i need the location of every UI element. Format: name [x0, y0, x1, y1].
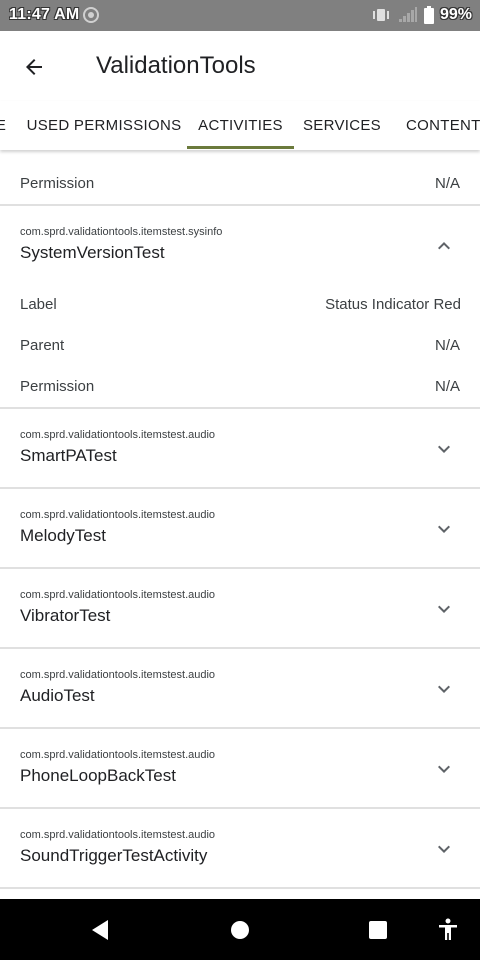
activity-list[interactable]: Permission N/A com.sprd.validationtools.… — [0, 150, 480, 899]
activity-package: com.sprd.validationtools.itemstest.audio — [20, 669, 216, 681]
detail-label: Label — [20, 296, 57, 313]
navigation-bar — [0, 899, 480, 960]
nav-home-button[interactable] — [224, 914, 256, 946]
activity-item[interactable]: com.sprd.validationtools.itemstest.audio… — [0, 489, 480, 567]
detail-row-label: Label Status Indicator Red — [0, 284, 480, 325]
activity-name: MelodyTest — [20, 526, 106, 545]
tab-activities[interactable]: ACTIVITIES — [187, 101, 294, 150]
detail-label: Permission — [20, 378, 95, 395]
activity-item[interactable]: com.sprd.validationtools.itemstest.audio… — [0, 409, 480, 487]
vibrate-icon — [372, 9, 389, 21]
detail-row-permission: Permission N/A — [0, 366, 480, 407]
back-button[interactable] — [14, 47, 54, 87]
chevron-down-icon[interactable] — [432, 517, 456, 541]
signal-icon — [398, 7, 417, 22]
battery-percentage: 99% — [439, 6, 472, 23]
status-time: 11:47 AM — [9, 6, 80, 23]
activity-package: com.sprd.validationtools.itemstest.audio — [20, 429, 216, 441]
detail-value: Status Indicator Red — [325, 296, 461, 313]
activity-item[interactable]: com.sprd.validationtools.itemstest.audio… — [0, 809, 480, 887]
activity-package: com.sprd.validationtools.itemstest.audio — [20, 589, 216, 601]
activity-item[interactable]: com.sprd.validationtools.itemstest.audio… — [0, 649, 480, 727]
detail-value: N/A — [434, 378, 460, 395]
circle-home-icon — [231, 921, 249, 939]
chevron-down-icon[interactable] — [432, 437, 456, 461]
detail-row-permission: Permission N/A — [0, 163, 480, 204]
activity-name: SystemVersionTest — [20, 243, 165, 262]
tab-content-providers[interactable]: CONTENT P — [396, 101, 480, 150]
divider — [0, 887, 480, 889]
square-recents-icon — [369, 921, 387, 939]
settings-sync-icon — [83, 7, 99, 23]
activity-item[interactable]: com.sprd.validationtools.itemstest.audio… — [0, 729, 480, 807]
tab-used-permissions[interactable]: USED PERMISSIONS — [24, 101, 184, 150]
page-title: ValidationTools — [96, 52, 256, 79]
accessibility-icon — [439, 918, 457, 940]
chevron-down-icon[interactable] — [432, 677, 456, 701]
activity-package: com.sprd.validationtools.itemstest.audio — [20, 829, 216, 841]
activity-name: PhoneLoopBackTest — [20, 766, 176, 785]
accessibility-button[interactable] — [432, 914, 464, 946]
chevron-up-icon[interactable] — [432, 234, 456, 258]
nav-recents-button[interactable] — [362, 914, 394, 946]
activity-package: com.sprd.validationtools.itemstest.audio — [20, 749, 216, 761]
activity-name: SoundTriggerTestActivity — [20, 846, 208, 865]
selected-tab-indicator — [187, 146, 294, 149]
arrow-left-icon — [26, 59, 42, 75]
app-bar: ValidationTools — [0, 31, 480, 101]
chevron-down-icon[interactable] — [432, 597, 456, 621]
nav-back-button[interactable] — [84, 914, 116, 946]
activity-name: SmartPATest — [20, 446, 117, 465]
activity-item-expanded[interactable]: com.sprd.validationtools.itemstest.sysin… — [0, 206, 480, 284]
activity-name: VibratorTest — [20, 606, 111, 625]
chevron-down-icon[interactable] — [432, 837, 456, 861]
battery-icon — [423, 6, 434, 24]
activity-package: com.sprd.validationtools.itemstest.sysin… — [20, 226, 223, 238]
detail-label: Parent — [20, 337, 65, 354]
detail-label: Permission — [20, 175, 95, 192]
detail-row-parent: Parent N/A — [0, 325, 480, 366]
activity-name: AudioTest — [20, 686, 95, 705]
activity-item[interactable]: com.sprd.validationtools.itemstest.audio… — [0, 569, 480, 647]
tab-bar: E USED PERMISSIONS ACTIVITIES SERVICES C… — [0, 101, 480, 150]
triangle-back-icon — [92, 920, 108, 940]
tab-services[interactable]: SERVICES — [297, 101, 387, 150]
activity-package: com.sprd.validationtools.itemstest.audio — [20, 509, 216, 521]
tab-partial-left[interactable]: E — [0, 101, 8, 150]
status-bar: 11:47 AM 99% — [0, 0, 480, 31]
detail-value: N/A — [434, 175, 460, 192]
detail-value: N/A — [434, 337, 460, 354]
chevron-down-icon[interactable] — [432, 757, 456, 781]
